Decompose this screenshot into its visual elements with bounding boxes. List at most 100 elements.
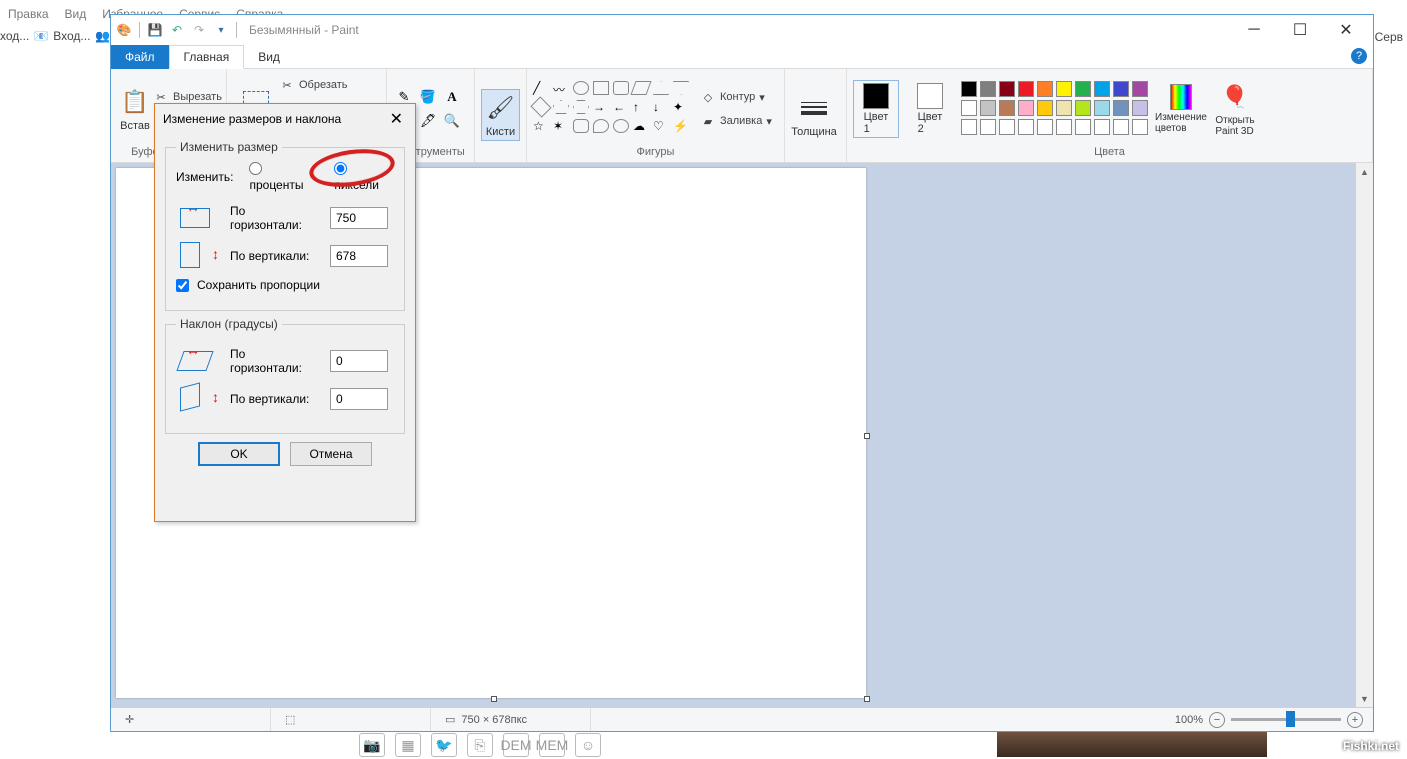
mail-icon: 📧 xyxy=(33,28,49,44)
close-button[interactable]: ✕ xyxy=(1323,15,1369,45)
watermark: Fishki.net xyxy=(1343,739,1399,753)
color-swatch[interactable] xyxy=(1113,119,1129,135)
canvas-handle-bottom[interactable] xyxy=(491,696,497,702)
dialog-title: Изменение размеров и наклона xyxy=(163,112,341,126)
color-swatch[interactable] xyxy=(999,81,1015,97)
horiz-input[interactable] xyxy=(330,207,388,229)
horiz-resize-icon: ↔ xyxy=(176,202,216,234)
minimize-button[interactable]: ─ xyxy=(1231,15,1277,45)
people-icon: 👥 xyxy=(94,28,110,44)
mem-button[interactable]: MEM xyxy=(539,733,565,757)
maximize-button[interactable]: ☐ xyxy=(1277,15,1323,45)
color-swatch[interactable] xyxy=(980,119,996,135)
save-icon[interactable]: 💾 xyxy=(146,21,164,39)
shapes-gallery[interactable]: ╱〰 →←↑↓✦ ☆✶☁♡⚡ xyxy=(533,81,692,137)
twitter-icon[interactable]: 🐦 xyxy=(431,733,457,757)
color-swatch[interactable] xyxy=(1037,100,1053,116)
color-swatch[interactable] xyxy=(1056,100,1072,116)
color-swatch[interactable] xyxy=(961,119,977,135)
radio-percent[interactable]: проценты xyxy=(249,162,318,192)
color-swatch[interactable] xyxy=(1132,100,1148,116)
picker-icon: 🖋 xyxy=(417,110,439,132)
zoom-in-button[interactable]: + xyxy=(1347,712,1363,728)
color-swatch[interactable] xyxy=(1094,119,1110,135)
color-swatch[interactable] xyxy=(1094,81,1110,97)
zoom-slider[interactable] xyxy=(1231,718,1341,721)
scroll-down-icon: ▼ xyxy=(1356,690,1373,707)
color-swatch[interactable] xyxy=(1056,81,1072,97)
crop-button[interactable]: ✂Обрезать xyxy=(279,75,353,95)
color-swatch[interactable] xyxy=(1132,81,1148,97)
color-swatch[interactable] xyxy=(999,100,1015,116)
color-swatch[interactable] xyxy=(1018,81,1034,97)
vert-resize-icon: ↕ xyxy=(176,240,216,272)
clipboard-icon: 📋 xyxy=(119,86,151,118)
color-palette[interactable] xyxy=(961,81,1150,137)
shape-fill-button[interactable]: ▰Заливка ▾ xyxy=(700,111,772,131)
color-swatch[interactable] xyxy=(1132,119,1148,135)
color-swatch[interactable] xyxy=(1037,119,1053,135)
camera-icon[interactable]: 📷 xyxy=(359,733,385,757)
color-swatch[interactable] xyxy=(999,119,1015,135)
color-swatch[interactable] xyxy=(961,100,977,116)
vert-input[interactable] xyxy=(330,245,388,267)
edit-colors-button[interactable]: Изменение цветов xyxy=(1158,82,1204,136)
color-swatch[interactable] xyxy=(1113,100,1129,116)
color-swatch[interactable] xyxy=(1094,100,1110,116)
copy-icon[interactable]: ⎘ xyxy=(467,733,493,757)
zoom-icon: 🔍 xyxy=(441,110,463,132)
color-swatch[interactable] xyxy=(1037,81,1053,97)
brushes-button[interactable]: 🖌 Кисти xyxy=(481,89,520,141)
color1-button[interactable]: Цвет 1 xyxy=(853,80,899,138)
color-swatch[interactable] xyxy=(1018,100,1034,116)
thickness-button[interactable]: Толщина xyxy=(791,90,837,140)
color-swatch[interactable] xyxy=(1056,119,1072,135)
grid-icon[interactable]: ▦ xyxy=(395,733,421,757)
color-swatch[interactable] xyxy=(980,81,996,97)
resize-fieldset: Изменить размер Изменить: проценты пиксе… xyxy=(165,140,405,311)
canvas-handle-right[interactable] xyxy=(864,433,870,439)
dem-button[interactable]: DEM xyxy=(503,733,529,757)
undo-icon[interactable]: ↶ xyxy=(168,21,186,39)
skew-h-input[interactable] xyxy=(330,350,388,372)
titlebar[interactable]: 🎨 💾 ↶ ↷ ▾ Безымянный - Paint ─ ☐ ✕ xyxy=(111,15,1373,45)
tab-view[interactable]: Вид xyxy=(244,45,294,69)
redo-icon[interactable]: ↷ xyxy=(190,21,208,39)
color-swatch[interactable] xyxy=(1075,81,1091,97)
paint-window: 🎨 💾 ↶ ↷ ▾ Безымянный - Paint ─ ☐ ✕ Файл … xyxy=(110,14,1374,732)
skew-fieldset: Наклон (градусы) ↔ По горизонтали: ↕ По … xyxy=(165,317,405,434)
tab-home[interactable]: Главная xyxy=(169,45,245,69)
color-swatch[interactable] xyxy=(1113,81,1129,97)
brush-icon: 🖌 xyxy=(485,92,517,124)
cancel-button[interactable]: Отмена xyxy=(290,442,372,466)
shape-outline-button[interactable]: ◇Контур ▾ xyxy=(700,87,772,107)
color-swatch[interactable] xyxy=(1018,119,1034,135)
customize-icon[interactable]: ▾ xyxy=(212,21,230,39)
zoom-out-button[interactable]: − xyxy=(1209,712,1225,728)
app-icon: 🎨 xyxy=(115,21,133,39)
skew-v-input[interactable] xyxy=(330,388,388,410)
crop-icon: ✂ xyxy=(279,77,295,93)
color-swatch[interactable] xyxy=(1075,100,1091,116)
color-swatch[interactable] xyxy=(961,81,977,97)
zoom-text: 100% xyxy=(1175,714,1203,726)
open-paint3d-button[interactable]: 🎈 Открыть Paint 3D xyxy=(1212,79,1258,139)
color-swatch[interactable] xyxy=(980,100,996,116)
help-icon[interactable]: ? xyxy=(1351,48,1367,64)
aspect-checkbox[interactable]: Сохранить пропорции xyxy=(176,278,394,292)
radio-pixels[interactable]: пиксели xyxy=(334,162,394,192)
smiley-icon[interactable]: ☺ xyxy=(575,733,601,757)
vertical-scrollbar[interactable]: ▲ ▼ xyxy=(1356,163,1373,707)
fill-icon: ▰ xyxy=(700,113,716,129)
ok-button[interactable]: OK xyxy=(198,442,280,466)
canvas-handle-corner[interactable] xyxy=(864,696,870,702)
dimensions-icon: ▭ xyxy=(445,713,455,726)
dialog-close-button[interactable]: ✕ xyxy=(386,109,407,129)
window-title: Безымянный - Paint xyxy=(249,23,359,37)
paste-button[interactable]: 📋 Встав xyxy=(117,84,153,134)
resize-skew-dialog: Изменение размеров и наклона ✕ Изменить … xyxy=(154,103,416,522)
color-swatch[interactable] xyxy=(1075,119,1091,135)
color2-swatch xyxy=(917,83,943,109)
color2-button[interactable]: Цвет 2 xyxy=(907,81,953,137)
tab-file[interactable]: Файл xyxy=(111,45,169,69)
